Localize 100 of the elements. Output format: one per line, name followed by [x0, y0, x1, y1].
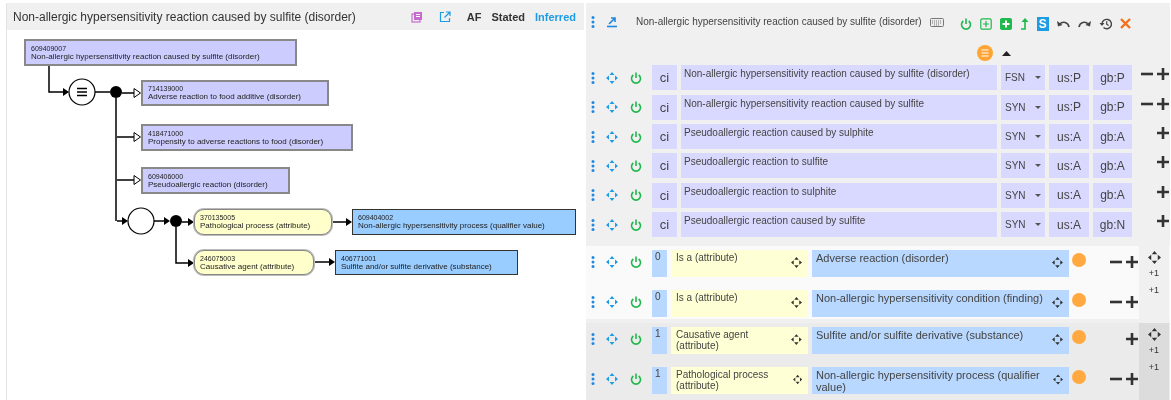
power-icon[interactable] — [959, 17, 972, 30]
move-icon[interactable] — [1052, 373, 1063, 385]
power-icon[interactable] — [630, 101, 642, 114]
acceptability-cell[interactable]: gb:P — [1093, 65, 1132, 91]
case-cell[interactable]: ci — [652, 124, 677, 150]
acceptability-cell[interactable]: us:A — [1049, 182, 1089, 208]
status-dot[interactable] — [1072, 369, 1086, 384]
power-icon[interactable] — [630, 296, 642, 309]
move-icon[interactable] — [1052, 256, 1063, 268]
case-cell[interactable]: ci — [652, 212, 677, 238]
move-icon[interactable] — [791, 256, 802, 268]
target-field[interactable]: Non-allergic hypersensitivity condition (finding) — [812, 289, 1069, 317]
more-icon[interactable] — [591, 296, 595, 309]
plus-icon[interactable] — [1157, 156, 1169, 169]
acceptability-cell[interactable]: gb:A — [1093, 182, 1132, 208]
menu-icon[interactable] — [977, 45, 993, 62]
case-cell[interactable]: ci — [652, 153, 677, 179]
term-field[interactable]: Pseudoallergic reaction to sulphite — [681, 182, 997, 208]
acceptability-cell[interactable]: us:A — [1049, 212, 1089, 238]
move-icon[interactable] — [791, 296, 802, 308]
type-dropdown[interactable]: SYN — [1001, 124, 1045, 150]
move-icon[interactable] — [791, 333, 802, 345]
group-number[interactable]: 1 — [652, 326, 667, 354]
target-field[interactable]: Adverse reaction (disorder) — [812, 249, 1069, 277]
type-dropdown[interactable]: SYN — [1001, 153, 1045, 179]
more-icon[interactable] — [591, 160, 595, 172]
case-cell[interactable]: ci — [652, 182, 677, 208]
move-icon[interactable] — [1052, 296, 1063, 308]
plus-icon[interactable] — [1157, 127, 1169, 140]
power-icon[interactable] — [630, 373, 642, 386]
term-field[interactable]: Non-allergic hypersensitivity reaction caused by sulfite (disorder) — [681, 65, 997, 91]
acceptability-cell[interactable]: gb:A — [1093, 124, 1132, 150]
view-tab[interactable]: Stated — [491, 10, 526, 23]
attribute-field[interactable]: Is a (attribute) — [671, 289, 808, 317]
target-field[interactable]: Non-allergic hypersensitivity process (qualifier value) — [812, 366, 1069, 394]
case-cell[interactable]: ci — [652, 94, 677, 120]
more-icon[interactable] — [591, 256, 595, 269]
close-icon[interactable] — [1119, 18, 1131, 30]
acceptability-cell[interactable]: gb:N — [1093, 212, 1132, 238]
more-icon[interactable] — [591, 373, 595, 386]
target-field[interactable]: Sulfite and/or sulfite derivative (substance) — [812, 326, 1069, 354]
status-dot[interactable] — [1072, 329, 1086, 344]
more-icon[interactable] — [591, 333, 595, 346]
more-icon[interactable] — [591, 189, 595, 202]
export-icon[interactable] — [606, 15, 618, 28]
term-field[interactable]: Pseudoallergic reaction caused by sulfite — [681, 212, 997, 238]
plus-icon[interactable] — [1157, 215, 1169, 228]
collapse-icon[interactable] — [1002, 50, 1011, 56]
term-field[interactable]: Non-allergic hypersensitivity reaction caused by sulfite — [681, 94, 997, 120]
term-field[interactable]: Pseudoallergic reaction caused by sulphite — [681, 124, 997, 150]
more-icon[interactable] — [591, 71, 595, 84]
acceptability-cell[interactable]: gb:P — [1093, 94, 1132, 120]
type-dropdown[interactable]: SYN — [1001, 94, 1045, 120]
group-handle[interactable]: +1 +1 — [1139, 245, 1169, 319]
move-icon[interactable] — [792, 373, 802, 385]
group-number[interactable]: 1 — [652, 366, 667, 394]
type-dropdown[interactable]: SYN — [1001, 182, 1045, 208]
acceptability-cell[interactable]: gb:A — [1093, 153, 1132, 179]
attribute-field[interactable]: Causative agent (attribute) — [671, 326, 808, 354]
plus-icon[interactable] — [1126, 332, 1138, 345]
power-icon[interactable] — [630, 256, 642, 269]
more-icon[interactable] — [591, 218, 595, 231]
plus-icon[interactable] — [1126, 372, 1138, 385]
power-icon[interactable] — [630, 130, 642, 143]
term-field[interactable]: Pseudoallergic reaction to sulfite — [681, 153, 997, 179]
power-icon[interactable] — [630, 71, 642, 84]
group-number[interactable]: 0 — [652, 289, 667, 317]
move-icon[interactable] — [1147, 250, 1161, 264]
plus-icon[interactable] — [1157, 68, 1169, 81]
move-icon[interactable] — [1052, 333, 1063, 345]
type-dropdown[interactable]: SYN — [1001, 212, 1045, 238]
add-box-icon[interactable] — [979, 17, 992, 30]
group-number[interactable]: 0 — [652, 249, 667, 277]
plus-icon[interactable] — [1126, 295, 1138, 308]
more-icon[interactable] — [591, 15, 595, 28]
case-cell[interactable]: ci — [652, 65, 677, 91]
status-dot[interactable] — [1072, 252, 1086, 267]
arrow-up-icon[interactable] — [1019, 17, 1029, 30]
group-handle[interactable]: +1 +1 — [1139, 322, 1169, 400]
more-icon[interactable] — [591, 130, 595, 143]
add-box-icon[interactable] — [999, 17, 1012, 30]
power-icon[interactable] — [630, 333, 642, 346]
power-icon[interactable] — [630, 218, 642, 231]
type-dropdown[interactable]: FSN — [1001, 65, 1045, 91]
acceptability-cell[interactable]: us:P — [1049, 94, 1089, 120]
power-icon[interactable] — [630, 189, 642, 202]
more-icon[interactable] — [591, 101, 595, 114]
acceptability-cell[interactable]: us:A — [1049, 153, 1089, 179]
undo-icon[interactable] — [1056, 19, 1070, 29]
acceptability-cell[interactable]: us:P — [1049, 65, 1089, 91]
plus-icon[interactable] — [1126, 255, 1138, 268]
copy-icon[interactable] — [410, 10, 423, 23]
power-icon[interactable] — [630, 160, 642, 172]
attribute-field[interactable]: Is a (attribute) — [671, 249, 808, 277]
acceptability-cell[interactable]: us:A — [1049, 124, 1089, 150]
plus-icon[interactable] — [1157, 97, 1169, 110]
status-dot[interactable] — [1072, 292, 1086, 307]
view-tab[interactable]: AF — [466, 10, 482, 23]
history-icon[interactable] — [1098, 17, 1112, 30]
plus-icon[interactable] — [1157, 185, 1169, 198]
